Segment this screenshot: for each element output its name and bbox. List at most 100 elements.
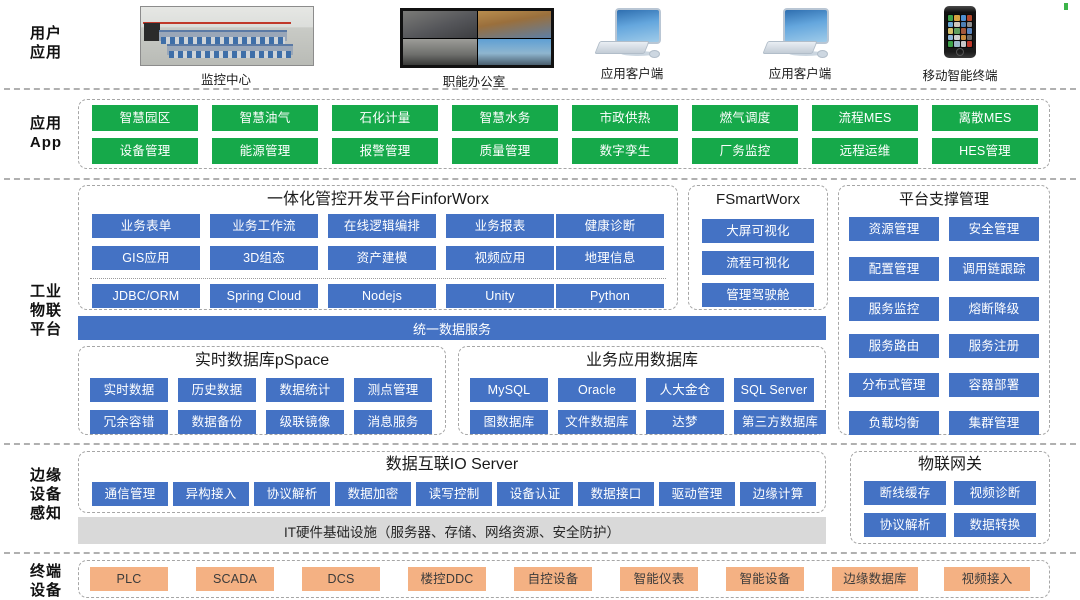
keyboard-part <box>762 41 818 54</box>
platform-support-chip[interactable]: 熔断降级 <box>949 297 1039 321</box>
finforworx-chip[interactable]: 视频应用 <box>446 246 554 270</box>
io-server-chip[interactable]: 异构接入 <box>173 482 249 506</box>
app-chip[interactable]: 设备管理 <box>92 138 198 164</box>
io-server-chip[interactable]: 设备认证 <box>497 482 573 506</box>
terminal-chip[interactable]: 智能仪表 <box>620 567 698 591</box>
platform-support-chip[interactable]: 服务监控 <box>849 297 939 321</box>
app-chip[interactable]: 报警管理 <box>332 138 438 164</box>
io-server-chip[interactable]: 驱动管理 <box>659 482 735 506</box>
business-db-chip[interactable]: 第三方数据库 <box>734 410 826 434</box>
business-db-chip[interactable]: SQL Server <box>734 378 814 402</box>
finforworx-chip[interactable]: Spring Cloud <box>210 284 318 308</box>
pspace-chip[interactable]: 级联镜像 <box>266 410 344 434</box>
app-chip[interactable]: 能源管理 <box>212 138 318 164</box>
app-chip[interactable]: 远程运维 <box>812 138 918 164</box>
monitor-part <box>783 8 829 44</box>
io-server-chip[interactable]: 通信管理 <box>92 482 168 506</box>
iot-gateway-chip[interactable]: 协议解析 <box>864 513 946 537</box>
iot-gateway-chip[interactable]: 断线缓存 <box>864 481 946 505</box>
pspace-chip[interactable]: 冗余容错 <box>90 410 168 434</box>
finforworx-chip[interactable]: Python <box>556 284 664 308</box>
photo-detail <box>161 37 285 45</box>
finforworx-chip[interactable]: 业务工作流 <box>210 214 318 238</box>
platform-support-chip[interactable]: 容器部署 <box>949 373 1039 397</box>
platform-support-chip[interactable]: 负载均衡 <box>849 411 939 435</box>
platform-support-chip[interactable]: 调用链跟踪 <box>949 257 1039 281</box>
app-chip[interactable]: 质量管理 <box>452 138 558 164</box>
terminal-chip[interactable]: 楼控DDC <box>408 567 486 591</box>
business-db-chip[interactable]: 人大金仓 <box>646 378 724 402</box>
terminal-chip[interactable]: 自控设备 <box>514 567 592 591</box>
app-chip[interactable]: 数字孪生 <box>572 138 678 164</box>
finforworx-chip[interactable]: Unity <box>446 284 554 308</box>
iot-gateway-chip[interactable]: 视频诊断 <box>954 481 1036 505</box>
app-chip[interactable]: 石化计量 <box>332 105 438 131</box>
finforworx-chip[interactable]: 地理信息 <box>556 246 664 270</box>
pspace-chip[interactable]: 历史数据 <box>178 378 256 402</box>
io-server-chip[interactable]: 数据加密 <box>335 482 411 506</box>
business-db-chip[interactable]: MySQL <box>470 378 548 402</box>
top-item-mobile-terminal: 移动智能终端 <box>900 6 1020 84</box>
io-server-chip[interactable]: 读写控制 <box>416 482 492 506</box>
pspace-chip[interactable]: 数据统计 <box>266 378 344 402</box>
app-chip[interactable]: 离散MES <box>932 105 1038 131</box>
io-server-chip[interactable]: 数据接口 <box>578 482 654 506</box>
app-chip[interactable]: 智慧园区 <box>92 105 198 131</box>
io-server-chip[interactable]: 协议解析 <box>254 482 330 506</box>
pspace-chip[interactable]: 数据备份 <box>178 410 256 434</box>
finforworx-chip[interactable]: JDBC/ORM <box>92 284 200 308</box>
platform-support-chip[interactable]: 分布式管理 <box>849 373 939 397</box>
terminal-chip[interactable]: SCADA <box>196 567 274 591</box>
terminal-chip[interactable]: DCS <box>302 567 380 591</box>
app-chip[interactable]: 流程MES <box>812 105 918 131</box>
business-db-chip[interactable]: 文件数据库 <box>558 410 636 434</box>
unified-data-service-bar[interactable]: 统一数据服务 <box>78 316 826 340</box>
fsmartworx-chip[interactable]: 流程可视化 <box>702 251 814 275</box>
pspace-chip[interactable]: 消息服务 <box>354 410 432 434</box>
finforworx-chip[interactable]: 健康诊断 <box>556 214 664 238</box>
finforworx-chip[interactable]: Nodejs <box>328 284 436 308</box>
fsmartworx-title: FSmartWorx <box>716 191 800 208</box>
terminal-chip[interactable]: 视频接入 <box>944 567 1030 591</box>
layer-label-line: 物联 <box>29 302 62 319</box>
platform-support-chip[interactable]: 服务注册 <box>949 334 1039 358</box>
top-item-caption: 移动智能终端 <box>922 69 998 83</box>
layer-label-iot-platform: 工业 物联 平台 <box>10 282 82 339</box>
app-chip[interactable]: 智慧油气 <box>212 105 318 131</box>
app-chip[interactable]: 厂务监控 <box>692 138 798 164</box>
finforworx-chip[interactable]: 业务表单 <box>92 214 200 238</box>
business-db-chip[interactable]: Oracle <box>558 378 636 402</box>
app-chip[interactable]: HES管理 <box>932 138 1038 164</box>
top-item-caption: 职能办公室 <box>442 75 506 89</box>
business-db-chip[interactable]: 达梦 <box>646 410 724 434</box>
photo-detail <box>169 51 291 59</box>
finforworx-chip[interactable]: GIS应用 <box>92 246 200 270</box>
iot-gateway-chip[interactable]: 数据转换 <box>954 513 1036 537</box>
video-wall-pane <box>403 38 477 65</box>
io-server-chip[interactable]: 边缘计算 <box>740 482 816 506</box>
fsmartworx-chip[interactable]: 管理驾驶舱 <box>702 283 814 307</box>
finforworx-divider <box>90 278 666 279</box>
platform-support-chip[interactable]: 资源管理 <box>849 217 939 241</box>
platform-support-chip[interactable]: 配置管理 <box>849 257 939 281</box>
finforworx-chip[interactable]: 业务报表 <box>446 214 554 238</box>
platform-support-chip[interactable]: 安全管理 <box>949 217 1039 241</box>
terminal-chip[interactable]: PLC <box>90 567 168 591</box>
app-chip[interactable]: 燃气调度 <box>692 105 798 131</box>
video-wall-pane <box>403 11 477 38</box>
layer-label-line: App <box>29 134 63 151</box>
app-chip[interactable]: 智慧水务 <box>452 105 558 131</box>
app-chip[interactable]: 市政供热 <box>572 105 678 131</box>
terminal-chip[interactable]: 智能设备 <box>726 567 804 591</box>
finforworx-chip[interactable]: 3D组态 <box>210 246 318 270</box>
finforworx-chip[interactable]: 资产建模 <box>328 246 436 270</box>
separator-edge-terminal <box>4 552 1076 554</box>
platform-support-chip[interactable]: 集群管理 <box>949 411 1039 435</box>
finforworx-chip[interactable]: 在线逻辑编排 <box>328 214 436 238</box>
business-db-chip[interactable]: 图数据库 <box>470 410 548 434</box>
platform-support-chip[interactable]: 服务路由 <box>849 334 939 358</box>
pspace-chip[interactable]: 测点管理 <box>354 378 432 402</box>
terminal-chip[interactable]: 边缘数据库 <box>832 567 918 591</box>
fsmartworx-chip[interactable]: 大屏可视化 <box>702 219 814 243</box>
pspace-chip[interactable]: 实时数据 <box>90 378 168 402</box>
